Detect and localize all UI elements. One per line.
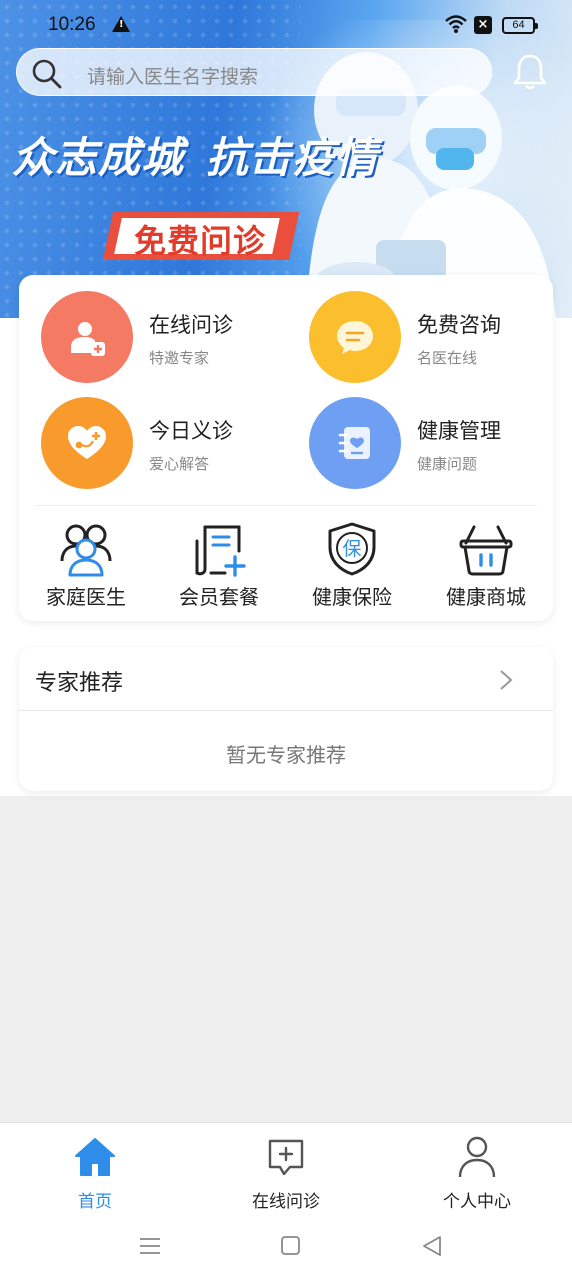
bottom-tab-bar: 首页 在线问诊 个人中心: [0, 1122, 572, 1222]
service-label: 家庭医生: [46, 585, 126, 609]
notification-bell-icon[interactable]: [512, 52, 548, 92]
sim-off-icon: ×: [474, 16, 492, 34]
system-navigation-bar: [0, 1222, 572, 1280]
feature-subtitle: 名医在线: [417, 349, 478, 367]
feature-health-management[interactable]: 健康管理 健康问题: [309, 397, 559, 493]
tab-profile[interactable]: 个人中心: [382, 1133, 572, 1212]
status-time: 10:26: [48, 14, 96, 35]
banner-slogan: 众志成城 抗击疫情: [12, 124, 378, 185]
tab-home[interactable]: 首页: [0, 1133, 190, 1212]
service-label: 健康保险: [312, 585, 392, 609]
feature-subtitle: 特邀专家: [149, 349, 210, 367]
divider: [35, 505, 537, 506]
chevron-right-icon[interactable]: [499, 669, 513, 691]
service-member-package[interactable]: 会员套餐: [152, 519, 286, 609]
search-bar[interactable]: 请输入医生名字搜索: [16, 48, 492, 96]
menu-icon[interactable]: [138, 1234, 162, 1258]
doctor-plus-icon: [41, 291, 133, 383]
experts-title: 专家推荐: [35, 671, 124, 696]
service-health-insurance[interactable]: 保 健康保险: [285, 519, 419, 609]
slogan-part-1: 众志成城: [12, 133, 185, 182]
home-square-icon[interactable]: [280, 1234, 302, 1258]
consult-chat-icon: [268, 1139, 304, 1176]
tab-label: 个人中心: [443, 1192, 511, 1212]
feature-online-consult[interactable]: 在线问诊 特邀专家: [41, 291, 291, 387]
service-family-doctor[interactable]: 家庭医生: [19, 519, 153, 609]
search-input[interactable]: 请输入医生名字搜索: [87, 62, 258, 89]
person-icon: [458, 1136, 496, 1178]
member-package-icon: [195, 525, 246, 577]
insurance-shield-icon: 保: [328, 522, 376, 576]
feature-title: 今日义诊: [149, 419, 233, 443]
service-label: 健康商城: [446, 585, 526, 609]
banner-tag: 免费问诊: [134, 222, 267, 260]
tab-label: 首页: [78, 1192, 112, 1212]
search-icon: [32, 59, 62, 89]
feature-subtitle: 健康问题: [417, 455, 478, 473]
family-doctor-icon: [60, 524, 112, 577]
slogan-part-2: 抗击疫情: [206, 133, 379, 182]
feature-title: 健康管理: [417, 419, 501, 443]
service-label: 会员套餐: [179, 585, 259, 609]
status-bar: 10:26 × 64: [0, 0, 572, 50]
tab-online-consult[interactable]: 在线问诊: [191, 1133, 381, 1212]
tab-label: 在线问诊: [252, 1192, 320, 1212]
experts-card: 专家推荐 暂无专家推荐: [19, 647, 553, 791]
wifi-icon: [445, 15, 467, 33]
feature-free-consult[interactable]: 免费咨询 名医在线: [309, 291, 559, 387]
feature-free-clinic[interactable]: 今日义诊 爱心解答: [41, 397, 291, 493]
experts-empty-text: 暂无专家推荐: [226, 743, 346, 767]
back-triangle-icon[interactable]: [420, 1234, 444, 1258]
feature-subtitle: 爱心解答: [149, 455, 210, 473]
health-record-icon: [309, 397, 401, 489]
home-icon: [75, 1138, 115, 1176]
svg-text:保: 保: [342, 538, 361, 560]
feature-card: 在线问诊 特邀专家 免费咨询 名医在线 今日义诊 爱心解答 健康管理 健康问题 …: [19, 275, 553, 621]
service-health-mall[interactable]: 健康商城: [419, 519, 553, 609]
feature-title: 免费咨询: [417, 313, 501, 337]
battery-icon: 64: [502, 17, 538, 34]
chat-bubble-icon: [309, 291, 401, 383]
heart-stethoscope-icon: [41, 397, 133, 489]
shopping-basket-icon: [459, 525, 513, 576]
feature-title: 在线问诊: [149, 313, 233, 337]
warning-icon: [112, 16, 130, 32]
experts-header[interactable]: 专家推荐: [19, 647, 553, 711]
